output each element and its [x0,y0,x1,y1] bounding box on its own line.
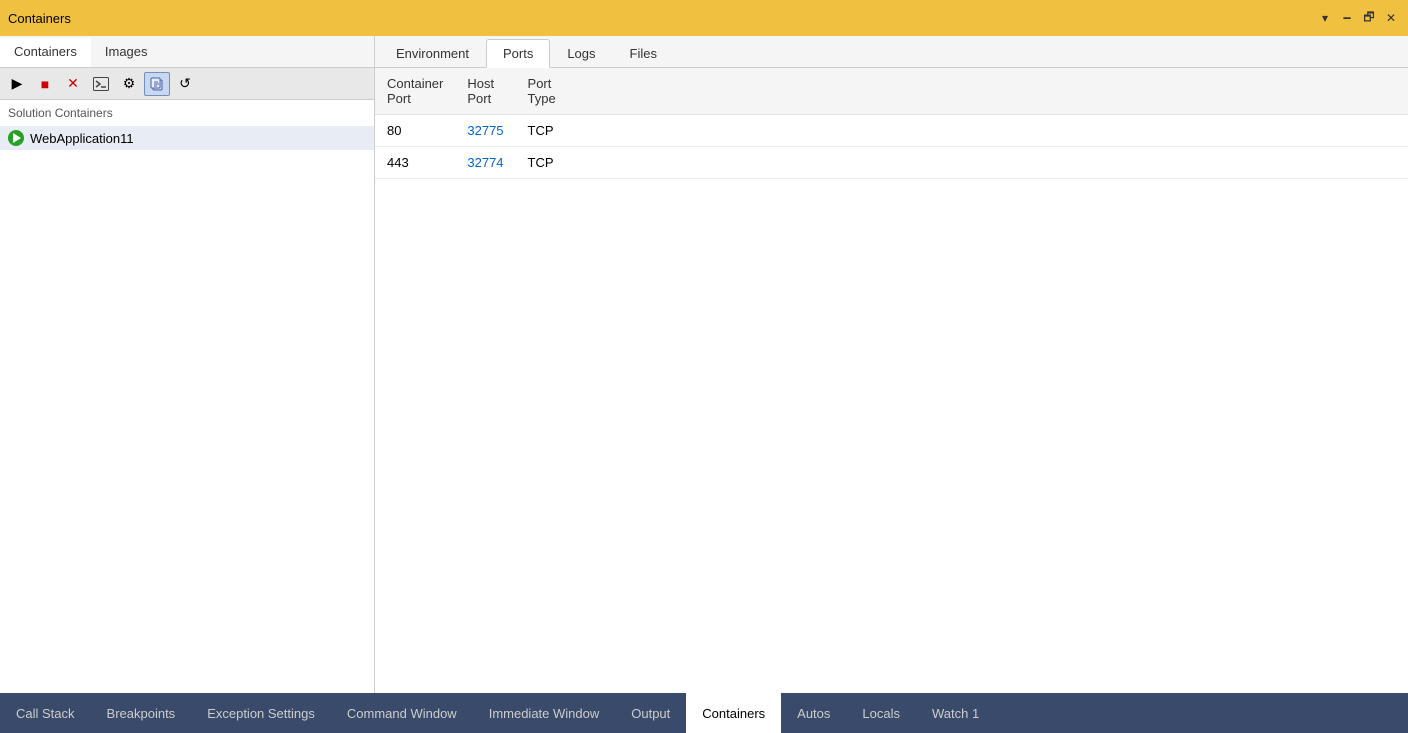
bottom-tab-output[interactable]: Output [615,693,686,733]
ports-table: Container Port Host Port Port Type 80 32… [375,68,1408,179]
left-tabs: Containers Images [0,36,374,68]
running-icon [8,130,24,146]
toolbar: ▶ ■ ✕ ⚙ ↺ [0,68,374,100]
bottom-tab-locals[interactable]: Locals [846,693,916,733]
col-extra [568,68,1408,115]
host-port-32774[interactable]: 32774 [455,147,515,179]
col-container-port: Container Port [375,68,455,115]
settings-button[interactable]: ⚙ [116,72,142,96]
tab-logs[interactable]: Logs [550,39,612,68]
bottom-tab-command-window[interactable]: Command Window [331,693,473,733]
title-bar: Containers ▾ 🗕 🗗 ✕ [0,0,1408,36]
bottom-tab-call-stack[interactable]: Call Stack [0,693,91,733]
bottom-tab-exception-settings[interactable]: Exception Settings [191,693,331,733]
host-port-link-1[interactable]: 32774 [467,155,503,170]
bottom-tabs: Call Stack Breakpoints Exception Setting… [0,693,1408,733]
bottom-tab-containers[interactable]: Containers [686,693,781,733]
tab-files[interactable]: Files [613,39,674,68]
copy-button[interactable] [144,72,170,96]
bottom-tab-autos[interactable]: Autos [781,693,846,733]
remove-button[interactable]: ✕ [60,72,86,96]
ports-content: Container Port Host Port Port Type 80 32… [375,68,1408,693]
bottom-tab-watch1[interactable]: Watch 1 [916,693,995,733]
dropdown-button[interactable]: ▾ [1316,9,1334,27]
refresh-button[interactable]: ↺ [172,72,198,96]
window-title: Containers [8,11,71,26]
host-port-link-0[interactable]: 32775 [467,123,503,138]
tab-containers[interactable]: Containers [0,38,91,67]
close-button[interactable]: ✕ [1382,9,1400,27]
table-row: 443 32774 TCP [375,147,1408,179]
bottom-tab-immediate-window[interactable]: Immediate Window [473,693,616,733]
start-button[interactable]: ▶ [4,72,30,96]
stop-button[interactable]: ■ [32,72,58,96]
main-area: Containers Images ▶ ■ ✕ ⚙ [0,36,1408,693]
right-panel: Environment Ports Logs Files Container P… [375,36,1408,693]
section-header-solution: Solution Containers [0,100,374,126]
col-host-port: Host Port [455,68,515,115]
list-item-webapplication[interactable]: WebApplication11 [0,126,374,150]
tab-ports[interactable]: Ports [486,39,550,68]
list-item-label: WebApplication11 [30,131,134,146]
col-port-type: Port Type [516,68,568,115]
maximize-button[interactable]: 🗗 [1360,9,1378,27]
container-port-80: 80 [375,115,455,147]
port-type-tcp-1: TCP [516,147,568,179]
right-tabs: Environment Ports Logs Files [375,36,1408,68]
tab-environment[interactable]: Environment [379,39,486,68]
table-row: 80 32775 TCP [375,115,1408,147]
left-content: Solution Containers WebApplication11 [0,100,374,693]
title-bar-controls: ▾ 🗕 🗗 ✕ [1316,9,1400,27]
port-type-tcp-0: TCP [516,115,568,147]
terminal-button[interactable] [88,72,114,96]
minimize-button[interactable]: 🗕 [1338,9,1356,27]
bottom-tab-breakpoints[interactable]: Breakpoints [91,693,192,733]
container-port-443: 443 [375,147,455,179]
host-port-32775[interactable]: 32775 [455,115,515,147]
tab-images[interactable]: Images [91,38,162,67]
left-panel: Containers Images ▶ ■ ✕ ⚙ [0,36,375,693]
